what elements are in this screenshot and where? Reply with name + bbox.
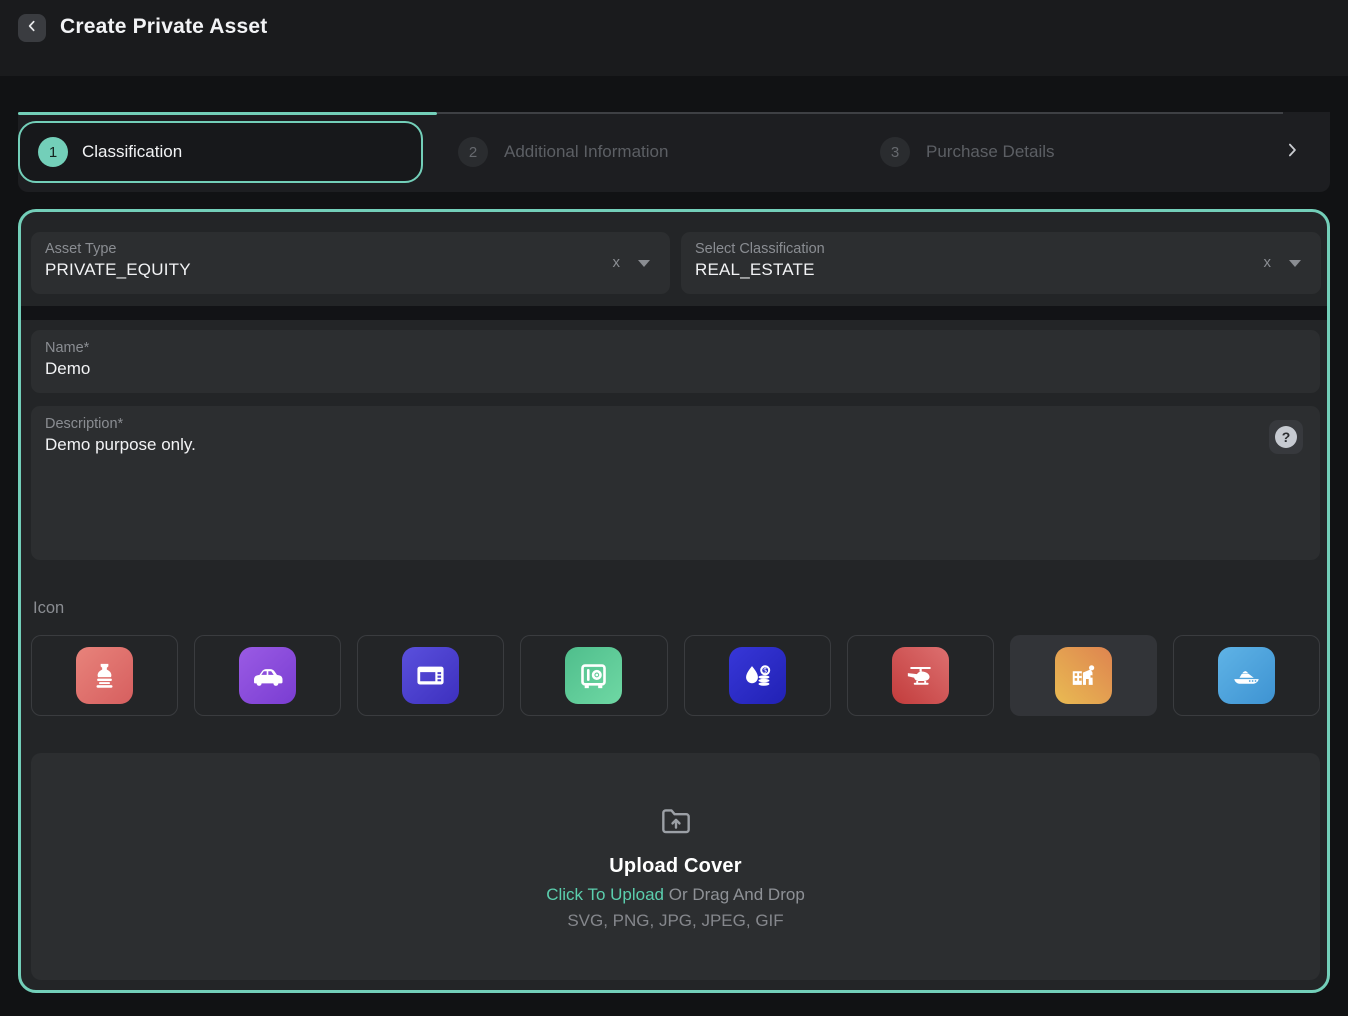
building-icon [1055,647,1112,704]
icon-tile-car[interactable] [194,635,341,716]
icon-section-label: Icon [33,599,64,618]
description-label: Description* [45,416,1306,432]
chevron-right-icon [1282,140,1302,165]
step-label: Additional Information [504,142,668,162]
section-divider [21,306,1327,320]
credit-card-icon [402,647,459,704]
click-to-upload-link[interactable]: Click To Upload [546,885,664,904]
question-mark-icon: ? [1275,426,1297,448]
asset-type-select[interactable]: Asset Type PRIVATE_EQUITY x [31,232,670,294]
classification-label: Select Classification [695,241,1307,257]
water-drop-coins-icon: $ [729,647,786,704]
step-number-badge: 2 [458,137,488,167]
car-icon [239,647,296,704]
chevron-left-icon [24,18,40,39]
icon-tile-vase[interactable] [31,635,178,716]
icon-tile-safe[interactable] [520,635,667,716]
icon-tile-yacht[interactable] [1173,635,1320,716]
vase-icon [76,647,133,704]
chevron-down-icon[interactable] [638,260,650,267]
icon-tile-helicopter[interactable] [847,635,994,716]
clear-icon[interactable]: x [1264,253,1272,273]
name-field[interactable]: Name* Demo [31,330,1320,393]
next-step-button[interactable] [1278,138,1306,166]
asset-type-label: Asset Type [45,241,656,257]
drag-and-drop-text: Or Drag And Drop [664,885,805,904]
helicopter-icon [892,647,949,704]
create-private-asset-screen: Create Private Asset 1 Classification 2 … [0,0,1348,1016]
upload-instructions: Click To Upload Or Drag And Drop [546,885,805,905]
step-number-badge: 3 [880,137,910,167]
name-value: Demo [45,359,1306,379]
upload-formats: SVG, PNG, JPG, JPEG, GIF [567,911,783,931]
back-button[interactable] [18,14,46,42]
icon-tile-real-estate[interactable] [1010,635,1157,716]
yacht-icon [1218,647,1275,704]
clear-icon[interactable]: x [613,253,621,273]
asset-type-value: PRIVATE_EQUITY [45,260,656,280]
name-label: Name* [45,340,1306,356]
tab-purchase-details[interactable]: 3 Purchase Details [880,112,1055,192]
description-value: Demo purpose only. [45,435,1306,455]
classification-select[interactable]: Select Classification REAL_ESTATE x [681,232,1321,294]
tab-additional-information[interactable]: 2 Additional Information [458,112,668,192]
step-number-badge: 1 [38,137,68,167]
icon-tile-credit-card[interactable] [357,635,504,716]
header-bar: Create Private Asset [0,0,1348,76]
icon-tile-liquidity[interactable]: $ [684,635,831,716]
chevron-down-icon[interactable] [1289,260,1301,267]
tab-classification[interactable]: 1 Classification [18,121,423,183]
upload-cover-title: Upload Cover [609,855,741,878]
step-label: Purchase Details [926,142,1055,162]
description-field[interactable]: Description* Demo purpose only. ? [31,406,1320,560]
classification-panel: Asset Type PRIVATE_EQUITY x Select Class… [18,209,1330,993]
svg-text:$: $ [763,667,767,675]
classification-value: REAL_ESTATE [695,260,1307,280]
upload-cover-dropzone[interactable]: Upload Cover Click To Upload Or Drag And… [31,753,1320,980]
step-label: Classification [82,142,182,162]
stepper: 1 Classification 2 Additional Informatio… [18,112,1330,192]
safe-icon [565,647,622,704]
help-button[interactable]: ? [1269,420,1303,454]
active-step-indicator [18,112,437,115]
icon-picker: $ [31,635,1320,716]
page-title: Create Private Asset [60,15,268,39]
folder-upload-icon [655,802,697,845]
